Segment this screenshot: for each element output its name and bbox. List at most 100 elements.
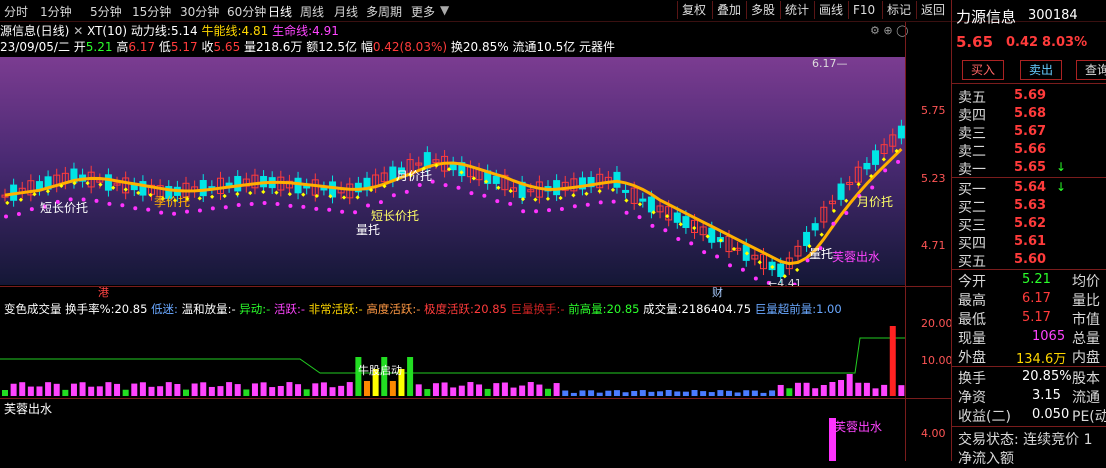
volume-bar	[234, 384, 241, 396]
volume-bar	[165, 382, 172, 396]
sell-button[interactable]: 卖出	[1020, 60, 1062, 80]
fuquan-button[interactable]: 复权	[677, 1, 710, 19]
more-dropdown-icon[interactable]: ▼	[440, 3, 449, 17]
menu-weekly[interactable]: 周线	[300, 3, 324, 20]
indicator-name[interactable]: XT(10)	[87, 24, 127, 38]
quote-line: 23/09/05/二 开5.21 高6.17 低5.17 收5.65 量218.…	[0, 38, 615, 55]
menu-30min[interactable]: 30分钟	[180, 3, 219, 20]
dot-magenta	[508, 201, 513, 206]
dot-magenta	[534, 209, 539, 214]
buy5-price[interactable]: 5.60	[1014, 252, 1046, 267]
vol-header-value: 2186404.75	[681, 302, 752, 316]
volume-chart[interactable]: 牛股启动	[0, 316, 905, 398]
candle-body	[837, 183, 845, 200]
menu-daily[interactable]: 日线	[268, 3, 292, 20]
buy1-price[interactable]: 5.64	[1014, 180, 1046, 195]
stat-low-value: 5.17	[1022, 310, 1051, 325]
volume-bar	[338, 385, 345, 396]
candle-body	[811, 223, 819, 231]
mark-button[interactable]: 标记	[882, 1, 915, 19]
high-annotation: 6.17—	[812, 57, 848, 70]
menu-1min[interactable]: 1分钟	[40, 3, 72, 20]
volume-bar	[743, 390, 750, 396]
f10-button[interactable]: F10	[848, 1, 879, 19]
buy4-price[interactable]: 5.61	[1014, 234, 1046, 249]
stat-curvol-value: 1065	[1032, 329, 1066, 344]
volume-bar	[364, 381, 370, 396]
overlay-button[interactable]: 叠加	[712, 1, 745, 19]
sell2-price[interactable]: 5.66	[1014, 142, 1046, 157]
volume-bar	[820, 384, 827, 396]
volume-indicator-name[interactable]: 变色成交量	[4, 302, 62, 316]
menu-5min[interactable]: 5分钟	[90, 3, 122, 20]
stat-mktcap-label: 市值	[1072, 312, 1100, 328]
volume-bar	[872, 388, 879, 396]
furong-chart[interactable]: 芙蓉出水	[0, 400, 905, 461]
volume-bar	[458, 385, 465, 396]
volume-bar	[45, 382, 52, 396]
volume-bars-group	[2, 326, 905, 396]
dot-magenta	[883, 168, 888, 173]
amount-value: 12.5亿	[318, 40, 357, 54]
menu-fenshi[interactable]: 分时	[4, 3, 28, 20]
stat-totvol-label: 总量	[1072, 331, 1100, 347]
close-label: 收	[201, 40, 214, 54]
volume-bar	[243, 389, 250, 396]
close-indicator-icon[interactable]: ✕	[73, 24, 83, 38]
sector-label[interactable]: 元器件	[579, 40, 615, 54]
menu-more[interactable]: 更多	[411, 3, 435, 20]
sell1-price[interactable]: 5.65	[1014, 160, 1046, 175]
stat-open-value: 5.21	[1022, 272, 1051, 287]
menu-monthly[interactable]: 月线	[334, 3, 358, 20]
volume-bar	[303, 389, 310, 396]
volume-bar	[19, 382, 26, 396]
query-button[interactable]: 查询	[1076, 60, 1106, 80]
volume-bar	[639, 390, 646, 396]
menu-15min[interactable]: 15分钟	[132, 3, 171, 20]
multi-stock-button[interactable]: 多股	[746, 1, 779, 19]
stat-volratio-label: 量比	[1072, 293, 1100, 309]
dot-magenta	[495, 199, 500, 204]
sell4-price[interactable]: 5.68	[1014, 106, 1046, 121]
current-price: 5.65	[956, 33, 994, 51]
dot-magenta	[443, 183, 448, 188]
volume-bar	[493, 383, 500, 396]
low-label: 低	[158, 40, 171, 54]
dot-magenta	[753, 276, 758, 281]
dot-magenta	[456, 185, 461, 190]
volume-bar	[260, 382, 267, 396]
dot-magenta	[598, 200, 603, 205]
stock-name: 力源信息	[956, 8, 1017, 26]
chart-background	[0, 57, 905, 285]
volume-bar	[769, 390, 776, 396]
return-button[interactable]: 返回	[916, 1, 949, 19]
dot-magenta	[689, 241, 694, 246]
liangtuo-label-2: 量托	[809, 247, 834, 261]
statistics-button[interactable]: 统计	[780, 1, 813, 19]
dot-magenta	[327, 207, 332, 212]
stat-curvol-label: 现量	[958, 331, 986, 347]
sell3-price[interactable]: 5.67	[1014, 124, 1046, 139]
buy2-price[interactable]: 5.63	[1014, 198, 1046, 213]
menu-60min[interactable]: 60分钟	[227, 3, 266, 20]
buy3-price[interactable]: 5.62	[1014, 216, 1046, 231]
menu-multi-period[interactable]: 多周期	[366, 3, 402, 20]
sell5-price[interactable]: 5.69	[1014, 88, 1046, 103]
active-label: 活跃:	[273, 302, 301, 316]
draw-line-button[interactable]: 画线	[814, 1, 847, 19]
chart-settings-icon[interactable]: ⚙ ⊕ ◯	[870, 24, 908, 37]
dot-magenta	[404, 189, 409, 194]
dongli-label: 动力线:	[130, 24, 171, 38]
dot-magenta	[107, 201, 112, 206]
buy3-label: 买三	[958, 218, 986, 234]
volume-bar	[708, 392, 715, 396]
amount-label: 额	[306, 40, 319, 54]
stat-pe-label: PE(动	[1072, 409, 1106, 425]
volume-bar	[200, 382, 207, 396]
stat-eps-value: 0.050	[1032, 407, 1070, 422]
volume-bar	[898, 385, 905, 396]
volume-bar	[139, 382, 146, 396]
buy-button[interactable]: 买入	[962, 60, 1004, 80]
dot-magenta	[482, 193, 487, 198]
candlestick-chart[interactable]: 6.17— ←4.41 短长价托 季价托 短长价托 月价托 量托 量托 月价托 …	[0, 57, 905, 299]
